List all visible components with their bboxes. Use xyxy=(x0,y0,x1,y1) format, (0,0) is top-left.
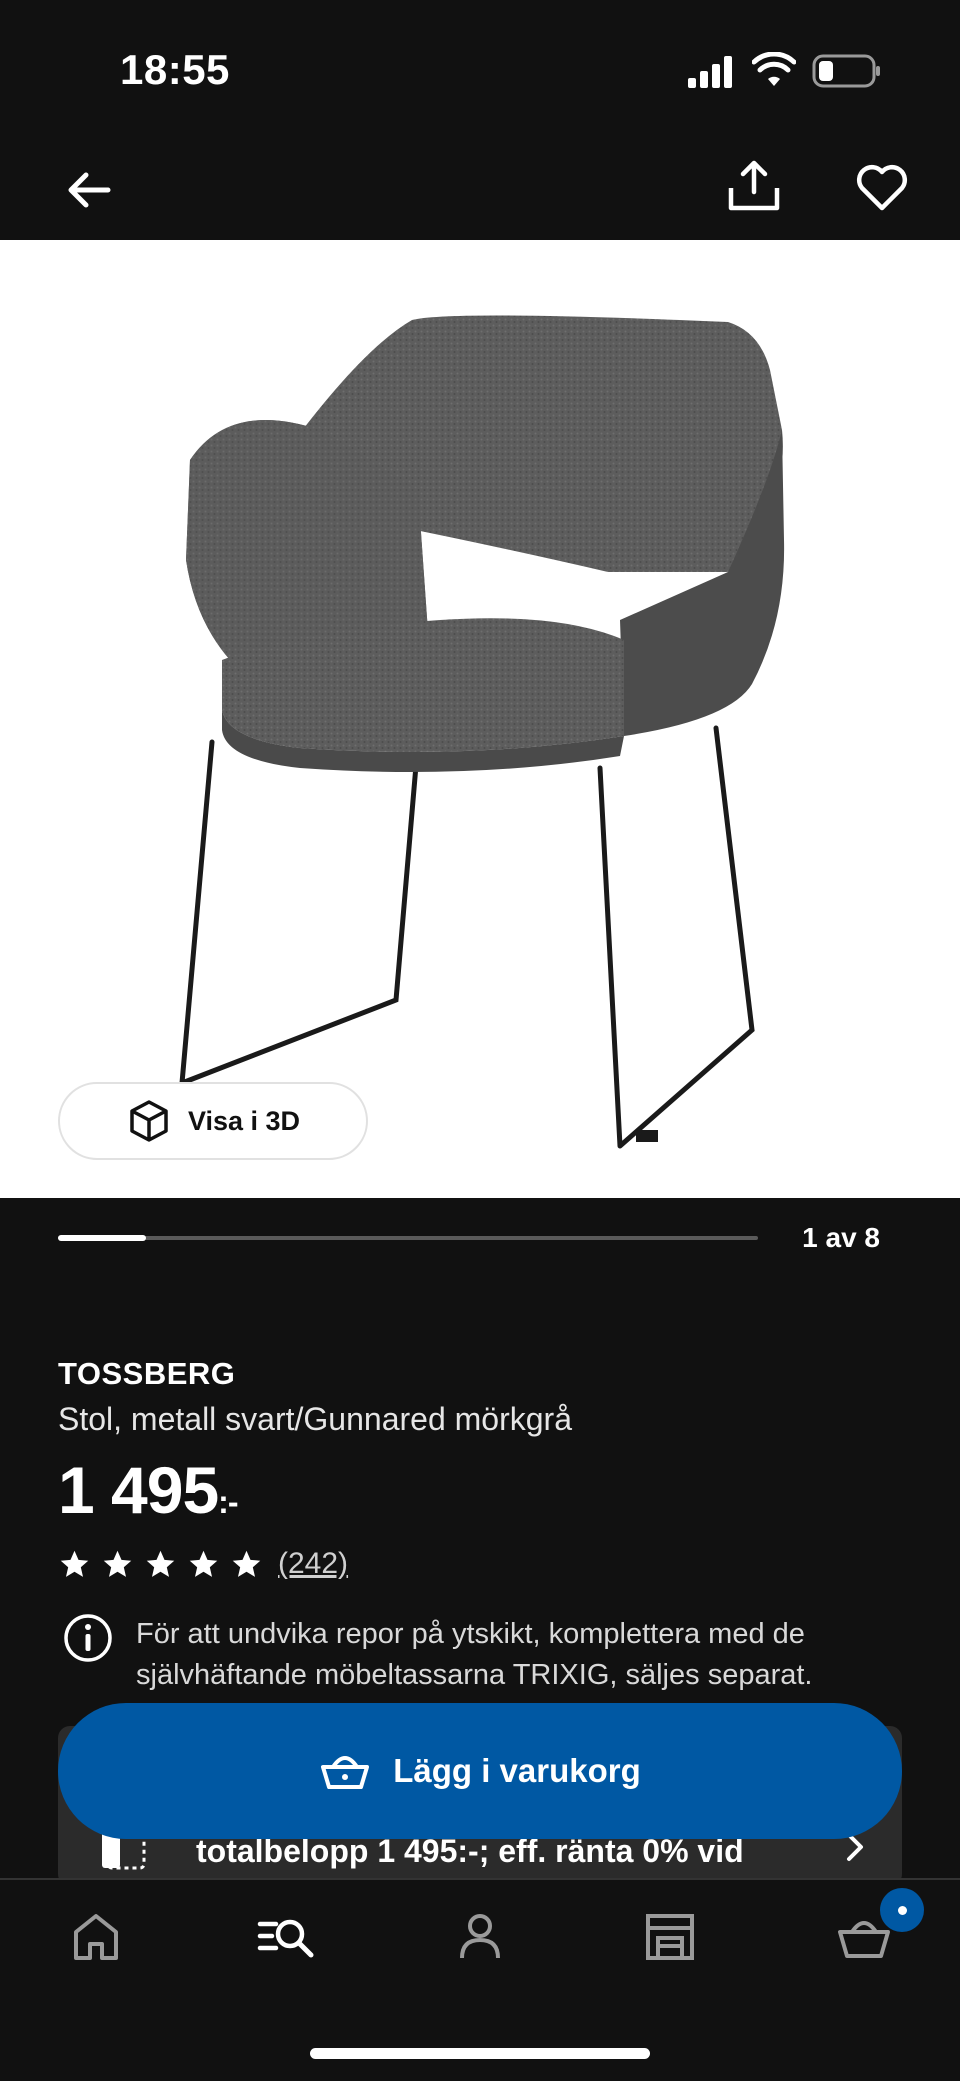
top-navigation xyxy=(0,140,960,240)
home-indicator xyxy=(310,2048,650,2059)
add-to-cart-button[interactable]: Lägg i varukorg xyxy=(58,1703,902,1839)
basket-icon xyxy=(321,1756,370,1789)
status-time: 18:55 xyxy=(120,46,230,93)
care-notice: För att undvika repor på ytskikt, komple… xyxy=(136,1618,813,1691)
star-icon xyxy=(60,1550,89,1577)
store-icon[interactable] xyxy=(640,1906,700,1966)
view-in-3d-button[interactable]: Visa i 3D xyxy=(58,1082,368,1160)
gallery-pager: 1 av 8 xyxy=(802,1222,880,1253)
cube-3d-icon xyxy=(130,1100,168,1142)
rating-stars[interactable] xyxy=(58,1548,263,1581)
cart-badge-dot xyxy=(897,1905,907,1915)
heart-icon[interactable] xyxy=(852,158,912,218)
star-icon xyxy=(103,1550,132,1577)
add-to-cart-label: Lägg i varukorg xyxy=(393,1752,641,1789)
product-price: 1 495:- xyxy=(58,1452,239,1528)
wifi-icon xyxy=(752,52,796,86)
profile-icon[interactable] xyxy=(450,1906,510,1966)
star-icon xyxy=(189,1550,218,1577)
info-icon xyxy=(64,1614,112,1662)
gallery-progress-track xyxy=(58,1236,758,1240)
arrow-left-icon[interactable] xyxy=(60,160,120,220)
product-image[interactable] xyxy=(0,240,960,1198)
search-list-icon[interactable] xyxy=(256,1906,316,1966)
review-count-link[interactable]: (242) xyxy=(278,1547,348,1581)
cellular-signal-icon xyxy=(688,56,732,88)
gallery-progress-fill xyxy=(58,1235,146,1241)
share-icon[interactable] xyxy=(724,156,784,216)
chair-image xyxy=(179,315,785,1149)
view-in-3d-label: Visa i 3D xyxy=(187,1105,301,1136)
product-name: TOSSBERG xyxy=(58,1356,236,1391)
home-icon[interactable] xyxy=(66,1906,126,1966)
battery-low-icon xyxy=(812,54,880,88)
product-description: Stol, metall svart/Gunnared mörkgrå xyxy=(58,1401,572,1437)
price-suffix: :- xyxy=(218,1484,238,1520)
star-icon xyxy=(232,1550,261,1577)
star-icon xyxy=(146,1550,175,1577)
price-value: 1 495 xyxy=(58,1453,219,1527)
cart-badge xyxy=(880,1888,924,1932)
